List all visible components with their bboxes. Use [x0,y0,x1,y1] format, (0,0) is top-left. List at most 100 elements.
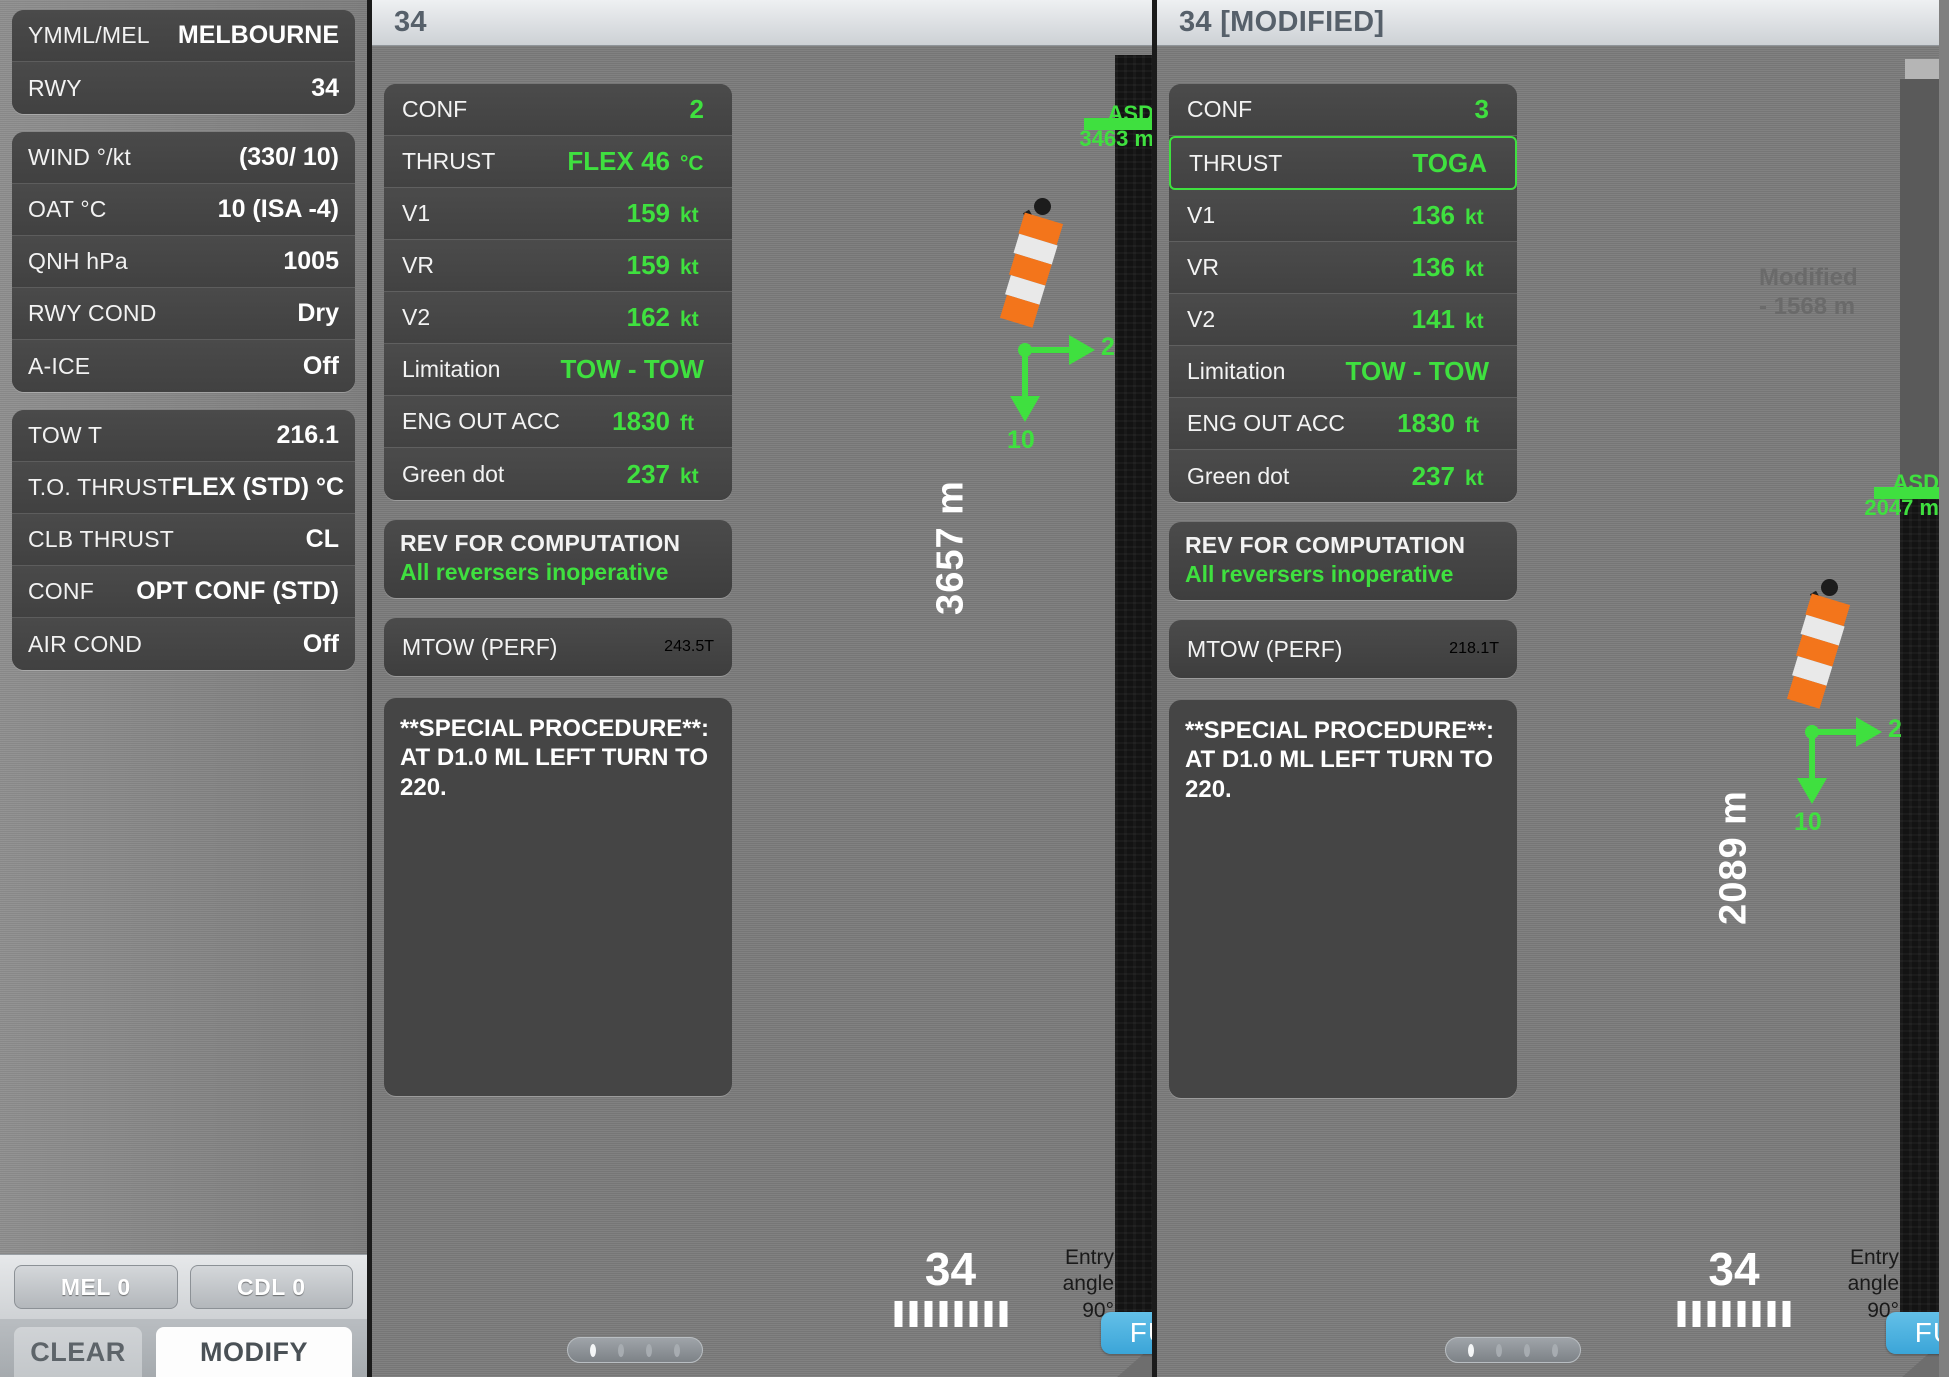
air-cond-value: Off [302,629,339,658]
mel-cdl-bar: MEL 0 CDL 0 [0,1254,367,1319]
perf-v2-unit: kt [680,308,699,331]
perf-limitation-label: Limitation [402,356,501,382]
clear-button[interactable]: CLEAR [14,1327,142,1377]
perf-row-thrust[interactable]: THRUST FLEX 46 °C [384,136,732,188]
rev-computation-card-original[interactable]: REV FOR COMPUTATION All reversers inoper… [384,520,732,598]
mtow-card-original[interactable]: MTOW (PERF) 243.5T [384,618,732,676]
perf-card-modified: CONF 3 THRUST TOGA V1 136 kt VR 136 kt V… [1169,84,1517,502]
perf-row-green-dot-modified[interactable]: Green dot 237 kt [1169,450,1517,502]
runway-graphic-modified: Modified - 1568 m 2089 m 34 ASD 2047 m 2… [1529,46,1939,1377]
runway-graphic-original: 3657 m 34 ASD 3463 m STOP Margin 254 m [744,46,1152,1377]
airport-row[interactable]: YMML/MEL MELBOURNE [12,10,355,62]
intersection-full-badge-modified[interactable]: FULL [1886,1312,1939,1354]
special-procedure-card-original[interactable]: **SPECIAL PROCEDURE**: AT D1.0 ML LEFT T… [384,698,732,1096]
perf-vr-value: 159 [626,250,670,280]
qnh-row[interactable]: QNH hPa 1005 [12,236,355,288]
perf-vr-value-modified: 136 [1411,252,1455,282]
to-thrust-label: T.O. THRUST [28,474,172,500]
mtow-value-original: 243.5 [664,638,705,655]
aircraft-card: TOW T 216.1 T.O. THRUST FLEX (STD) °C CL… [12,410,355,670]
rev-value-original: All reversers inoperative [400,559,669,585]
perf-row-vr[interactable]: VR 159 kt [384,240,732,292]
entry-l2-original: angle [1062,1272,1114,1296]
perf-row-v1-modified[interactable]: V1 136 kt [1169,190,1517,242]
modified-note-l2: - 1568 m [1759,292,1856,320]
panel-body-original: CONF 2 THRUST FLEX 46 °C V1 159 kt VR 159 k… [372,46,1152,1377]
perf-limitation-value-modified: TOW - TOW [1345,356,1489,386]
rwy-cond-label: RWY COND [28,300,157,326]
modified-reduction-note: Modified - 1568 m [1759,264,1899,322]
perf-row-thrust-modified[interactable]: THRUST TOGA [1169,136,1517,190]
conf-row[interactable]: CONF OPT CONF (STD) [12,566,355,618]
perf-eng-out-acc-label: ENG OUT ACC [402,408,561,434]
perf-v1-label-modified: V1 [1187,202,1216,228]
wind-row[interactable]: WIND °/kt (330/ 10) [12,132,355,184]
page-dot[interactable] [1468,1343,1474,1357]
perf-v2-label-modified: V2 [1187,306,1216,332]
perf-row-v2[interactable]: V2 162 kt [384,292,732,344]
page-dot[interactable] [646,1343,652,1357]
page-dot[interactable] [1496,1343,1502,1357]
perf-row-vr-modified[interactable]: VR 136 kt [1169,242,1517,294]
page-dot[interactable] [1524,1343,1530,1357]
a-ice-label: A-ICE [28,352,91,379]
page-dot[interactable] [618,1343,624,1357]
perf-row-eng-out-acc[interactable]: ENG OUT ACC 1830 ft [384,396,732,448]
to-thrust-row[interactable]: T.O. THRUST FLEX (STD) °C [12,462,355,514]
perf-card-original: CONF 2 THRUST FLEX 46 °C V1 159 kt VR 159 k… [384,84,732,500]
clear-modify-bar: CLEAR MODIFY [0,1319,367,1377]
runway-piano-keys-original [894,1301,1007,1327]
a-ice-value: Off [302,351,339,380]
headwind-arrow-modified [1797,778,1827,804]
perf-row-conf[interactable]: CONF 2 [384,84,732,136]
runway-surface-original [1115,55,1152,1325]
page-dot[interactable] [590,1343,596,1357]
perf-conf-label: CONF [402,96,468,122]
oat-row[interactable]: OAT °C 10 (ISA -4) [12,184,355,236]
modify-button[interactable]: MODIFY [156,1327,352,1377]
panel-body-modified: CONF 3 THRUST TOGA V1 136 kt VR 136 kt V… [1157,46,1939,1377]
perf-row-limitation[interactable]: Limitation TOW - TOW [384,344,732,396]
perf-limitation-value: TOW - TOW [560,354,704,384]
mtow-unit-modified: T [1489,640,1499,657]
runway-unusable-section-modified [1900,79,1939,491]
rwy-cond-row[interactable]: RWY COND Dry [12,288,355,340]
airport-code: YMML/MEL [28,22,150,48]
perf-vr-unit-modified: kt [1465,258,1484,281]
page-dot[interactable] [674,1343,680,1357]
special-procedure-card-modified[interactable]: **SPECIAL PROCEDURE**: AT D1.0 ML LEFT T… [1169,700,1517,1098]
runway-distance-modified: 2089 m [1712,790,1755,925]
perf-row-conf-modified[interactable]: CONF 3 [1169,84,1517,136]
perf-v2-label: V2 [402,304,431,330]
a-ice-row[interactable]: A-ICE Off [12,340,355,392]
runway-value: 34 [311,73,339,102]
perf-row-v1[interactable]: V1 159 kt [384,188,732,240]
airport-name: MELBOURNE [177,21,339,49]
mtow-card-modified[interactable]: MTOW (PERF) 218.1T [1169,620,1517,678]
oat-label: OAT °C [28,196,107,222]
runway-row[interactable]: RWY 34 [12,62,355,114]
clb-thrust-row[interactable]: CLB THRUST CL [12,514,355,566]
page-dots-modified[interactable] [1445,1337,1581,1363]
perf-row-limitation-modified[interactable]: Limitation TOW - TOW [1169,346,1517,398]
asd-value-original: 3463 m [1079,125,1152,151]
wind-value: (330/ 10) [238,143,339,171]
mel-button[interactable]: MEL 0 [14,1265,178,1309]
cdl-button[interactable]: CDL 0 [189,1265,353,1309]
perf-v1-value: 159 [626,198,670,228]
air-cond-row[interactable]: AIR COND Off [12,618,355,670]
conf-value: OPT CONF (STD) [136,577,339,605]
rev-computation-card-modified[interactable]: REV FOR COMPUTATION All reversers inoper… [1169,522,1517,600]
page-dots-original[interactable] [567,1337,703,1363]
tow-row[interactable]: TOW T 216.1 [12,410,355,462]
windsock-icon-original [999,198,1064,328]
runway-number-original: 34 [924,1243,977,1295]
intersection-full-badge-original[interactable]: FULL [1101,1312,1152,1354]
runway-number-modified: 34 [1708,1243,1760,1295]
perf-row-v2-modified[interactable]: V2 141 kt [1169,294,1517,346]
asd-label-modified: ASD 2047 m [1829,470,1939,520]
perf-row-eng-out-acc-modified[interactable]: ENG OUT ACC 1830 ft [1169,398,1517,450]
asd-label-text-modified: ASD [1892,470,1939,495]
page-dot[interactable] [1552,1343,1558,1357]
perf-row-green-dot[interactable]: Green dot 237 kt [384,448,732,500]
